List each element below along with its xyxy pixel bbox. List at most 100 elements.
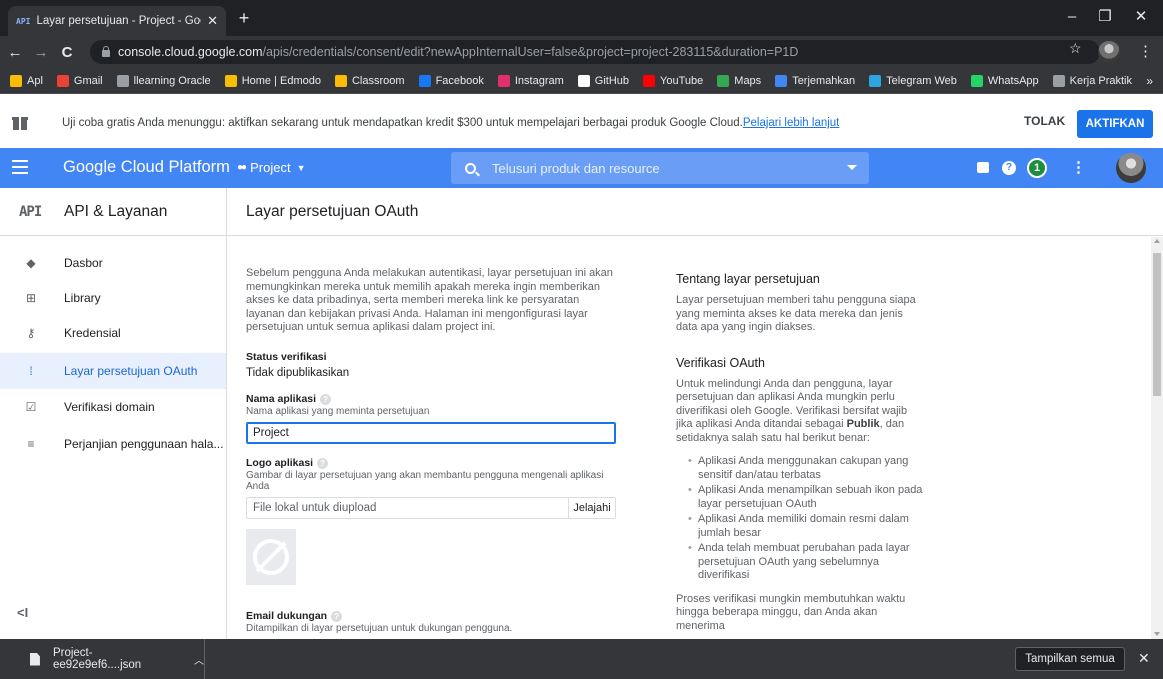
bookmark-item[interactable]: YouTube [643,74,703,87]
sidebar-item-label: Verifikasi domain [64,400,155,414]
restore-icon[interactable]: ❐ [1090,6,1120,30]
help-circle-icon[interactable]: ? [331,610,343,622]
sidebar-item[interactable]: ≡ Perjanjian penggunaan hala... [0,426,226,462]
window-close-icon[interactable]: ✕ [1126,6,1156,30]
reload-icon[interactable]: C [56,44,78,61]
address-bar[interactable]: console.cloud.google.com/apis/credential… [90,40,1100,64]
sidebar-item[interactable]: ◆ Dasbor [0,245,226,281]
about-text: Layar persetujuan memberi tahu pengguna … [676,294,916,333]
verify-text: Untuk melindungi Anda dan pengguna, laya… [676,377,908,444]
list-item: Anda telah membuat perubahan pada layar … [688,542,926,583]
section-title: API & Layanan [64,203,168,220]
bookmark-item[interactable]: Apl [10,74,43,87]
sidebar-item[interactable]: ☑ Verifikasi domain [0,389,226,425]
new-tab-button[interactable]: + [232,6,256,30]
bookmark-item[interactable]: WhatsApp [970,74,1039,87]
bookmark-item[interactable]: Gmail [56,74,103,87]
translate-icon [775,74,788,87]
help-icon[interactable]: ? [1002,161,1016,175]
browser-tab-active[interactable]: API Layar persetujuan - Project - Goo ✕ [8,6,226,36]
bookmark-label: Telegram Web [886,74,957,87]
back-icon[interactable]: ← [4,44,26,61]
browse-button[interactable]: Jelajahi [568,497,615,518]
sidebar-item-icon: ◆ [26,256,36,270]
bookmark-label: Apl [27,74,43,87]
bookmark-item[interactable]: llearning Oracle [116,74,211,87]
cloud-shell-icon[interactable] [977,162,989,173]
facebook-icon [418,74,431,87]
browser-profile-avatar[interactable] [1098,41,1120,63]
bookmark-item[interactable]: Home | Edmodo [224,74,321,87]
browser-toolbar: ← → C console.cloud.google.com/apis/cred… [0,36,1163,68]
app-name-input[interactable]: Project [246,421,616,444]
project-selector[interactable]: ●● Project ▼ [237,160,305,175]
bookmark-label: Gmail [73,74,103,87]
tab-close-icon[interactable]: ✕ [207,13,218,29]
product-title[interactable]: Google Cloud Platform [63,158,230,177]
bookmark-label: Terjemahkan [792,74,856,87]
page-title: Layar persetujuan OAuth [246,203,419,220]
bookmarks-bar: Apl Gmail llearning Oracle Home | Edmodo Cla… [0,68,1163,94]
bookmark-item[interactable]: Telegram Web [869,74,957,87]
bookmark-item[interactable]: Terjemahkan [775,74,856,87]
search-dropdown-icon[interactable] [847,165,857,170]
close-download-bar-icon[interactable]: ✕ [1138,650,1150,667]
main-scrollbar[interactable] [1151,237,1163,639]
bookmark-item[interactable]: Maps [717,74,761,87]
url-path: /apis/credentials/consent/edit?newAppInt… [262,45,799,59]
account-avatar[interactable] [1116,153,1146,183]
show-all-button[interactable]: Tampilkan semua [1015,647,1125,671]
logo-help: Gambar di layar persetujuan yang akan me… [246,469,604,492]
help-circle-icon[interactable]: ? [317,457,329,469]
download-item[interactable]: Project-ee92e9ef6....json ︿ [0,639,205,679]
bookmark-label: Classroom [351,74,405,87]
chevron-up-icon[interactable]: ︿ [194,652,204,667]
search-input[interactable]: Telusuri produk dan resource [451,152,869,184]
lock-icon [102,45,110,57]
collapse-sidebar-icon[interactable]: <I [17,605,28,620]
search-placeholder: Telusuri produk dan resource [492,160,660,176]
sidebar-item[interactable]: ⚷ Kredensial [0,315,226,351]
search-icon [465,162,476,174]
hamburger-menu-icon[interactable] [12,160,28,174]
bookmark-label: Facebook [435,74,484,87]
no-image-icon [246,528,296,585]
scroll-up-icon[interactable] [1154,239,1160,243]
project-name: Project [250,160,291,175]
instagram-icon [497,74,510,87]
file-input[interactable]: File lokal untuk diupload [247,498,568,518]
chevron-down-icon: ▼ [296,162,306,173]
bookmark-label: Instagram [514,74,564,87]
edmodo-icon [224,74,237,87]
bookmark-item[interactable]: Facebook [418,74,484,87]
bookmark-item[interactable]: GitHub [577,74,629,87]
telegram-icon [869,74,882,87]
dismiss-button[interactable]: TOLAK [1024,114,1065,128]
scroll-down-icon[interactable] [1154,632,1160,636]
bookmark-item[interactable]: Instagram [497,74,564,87]
bookmark-star-icon[interactable]: ☆ [1069,40,1082,57]
tab-title: Layar persetujuan - Project - Goo [36,15,202,27]
sidebar-item-label: Dasbor [64,256,103,270]
sidebar-item-icon: ⚷ [26,326,36,340]
notification-badge[interactable]: 1 [1027,158,1047,178]
learn-more-link[interactable]: Pelajari lebih lanjut [743,117,840,129]
activate-button[interactable]: AKTIFKAN [1077,110,1153,138]
project-dots-icon: ●● [237,162,247,173]
help-circle-icon[interactable]: ? [320,393,332,405]
sidebar-item[interactable]: ⊞ Library [0,280,226,316]
forward-icon[interactable]: → [30,44,52,61]
bookmark-item[interactable]: Kerja Praktik [1052,74,1132,87]
scrollbar-thumb[interactable] [1153,253,1161,396]
verify-heading: Verifikasi OAuth [676,355,765,370]
browser-menu-icon[interactable]: ⋮ [1138,42,1153,60]
bookmarks-overflow-icon[interactable]: » [1146,74,1153,88]
email-label: Email dukungan? [246,610,618,622]
minimize-icon[interactable]: – [1057,6,1087,30]
sidebar-item-icon: ≡ [27,437,35,451]
sidebar-item[interactable]: ⁞ Layar persetujuan OAuth [0,353,226,389]
more-options-icon[interactable]: ⋮ [1071,158,1086,176]
youtube-icon [643,74,656,87]
bookmark-item[interactable]: Classroom [334,74,405,87]
gift-icon [12,114,28,130]
